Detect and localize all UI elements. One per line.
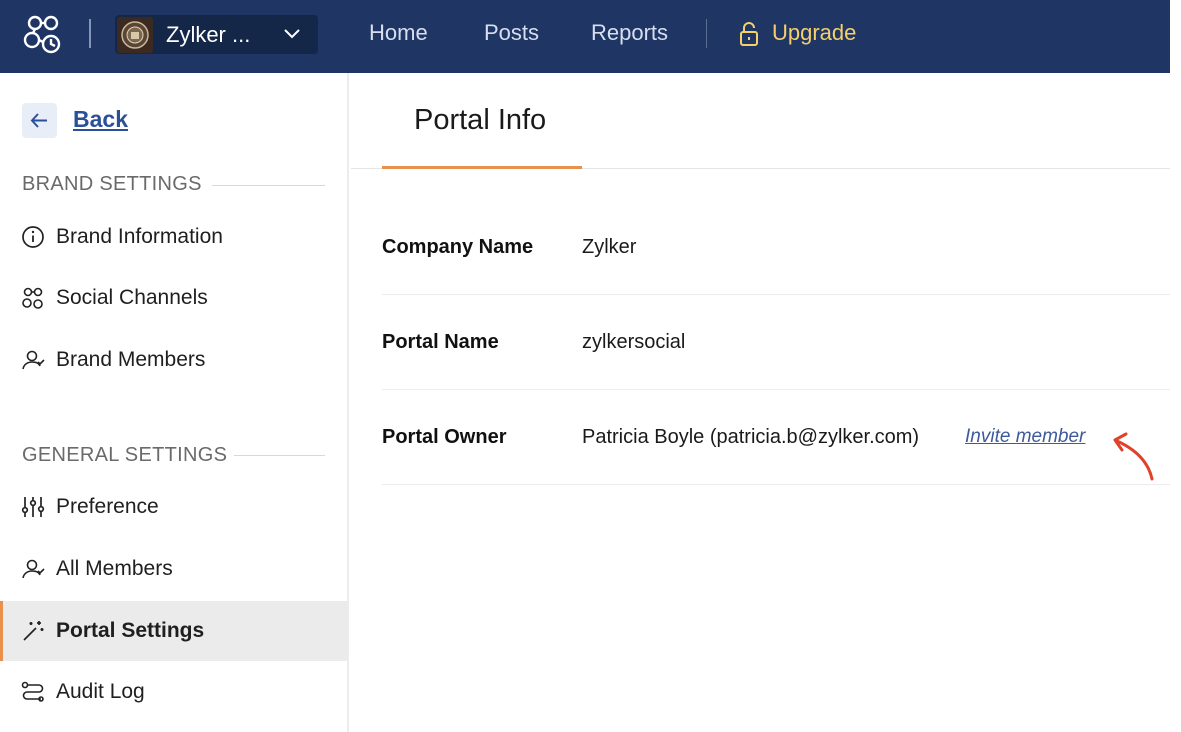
general-settings-heading: GENERAL SETTINGS (22, 444, 228, 466)
info-value: Zylker (582, 236, 637, 258)
annotation-arrow-icon (1113, 432, 1154, 481)
back-link[interactable]: Back (73, 106, 128, 133)
top-navigation-bar: Zylker ... Home Posts Reports Upgrade (0, 0, 1170, 73)
info-value: zylkersocial (582, 331, 686, 353)
sidebar-item-label: Social Channels (56, 286, 208, 309)
sidebar-item-social-channels[interactable]: Social Channels (0, 268, 347, 328)
members-icon (22, 350, 45, 370)
brand-settings-heading: BRAND SETTINGS (22, 173, 202, 195)
tab-bar: Portal Info (351, 73, 1170, 169)
brand-switcher-dropdown[interactable]: Zylker ... (115, 15, 318, 54)
info-key: Portal Owner (382, 426, 507, 448)
magic-wand-icon (23, 621, 44, 641)
tab-portal-info[interactable]: Portal Info (382, 73, 582, 169)
nav-home[interactable]: Home (369, 20, 428, 46)
topbar-divider (89, 19, 91, 48)
sidebar-item-brand-members[interactable]: Brand Members (0, 330, 347, 390)
info-key: Company Name (382, 236, 534, 258)
info-row-portal-owner: Portal Owner Patricia Boyle (patricia.b@… (382, 390, 1170, 485)
sidebar-item-label: Brand Members (56, 348, 206, 371)
sidebar-item-label: Brand Information (56, 225, 223, 248)
info-key: Portal Name (382, 331, 499, 353)
arrow-left-icon (30, 113, 47, 128)
invite-member-link[interactable]: Invite member (965, 426, 1085, 448)
app-logo-icon[interactable] (22, 14, 64, 56)
section-divider (212, 185, 325, 186)
info-row-portal-name: Portal Name zylkersocial (382, 295, 1170, 390)
sidebar-item-label: Audit Log (56, 680, 145, 703)
sidebar-item-label: All Members (56, 557, 173, 580)
sidebar-item-preference[interactable]: Preference (0, 477, 347, 537)
info-value: Patricia Boyle (patricia.b@zylker.com) (582, 426, 920, 448)
sidebar-item-label: Portal Settings (56, 619, 205, 642)
upgrade-label: Upgrade (772, 20, 857, 45)
info-row-company-name: Company Name Zylker (382, 200, 1170, 295)
audit-log-icon (21, 681, 44, 702)
sidebar-item-all-members[interactable]: All Members (0, 539, 347, 599)
sidebar-item-brand-information[interactable]: Brand Information (0, 207, 347, 267)
members-icon (22, 559, 45, 579)
info-icon (22, 226, 44, 248)
social-channels-icon (22, 287, 43, 309)
chevron-down-icon (284, 29, 300, 39)
section-divider (234, 455, 325, 456)
sidebar-item-label: Preference (56, 495, 159, 518)
portal-info-panel: Portal Info Company Name Zylker Portal N… (351, 73, 1170, 732)
nav-divider (706, 19, 707, 48)
settings-sidebar: Back BRAND SETTINGS Brand Information So… (0, 73, 349, 732)
sidebar-item-portal-settings[interactable]: Portal Settings (0, 601, 347, 661)
nav-reports[interactable]: Reports (591, 20, 668, 46)
lock-icon (740, 22, 758, 46)
sliders-icon (21, 497, 45, 517)
brand-avatar (117, 17, 153, 53)
back-button[interactable] (22, 103, 57, 138)
nav-posts[interactable]: Posts (484, 20, 539, 46)
brand-name: Zylker ... (166, 22, 251, 47)
sidebar-item-audit-log[interactable]: Audit Log (0, 662, 347, 722)
tab-label: Portal Info (414, 104, 547, 136)
